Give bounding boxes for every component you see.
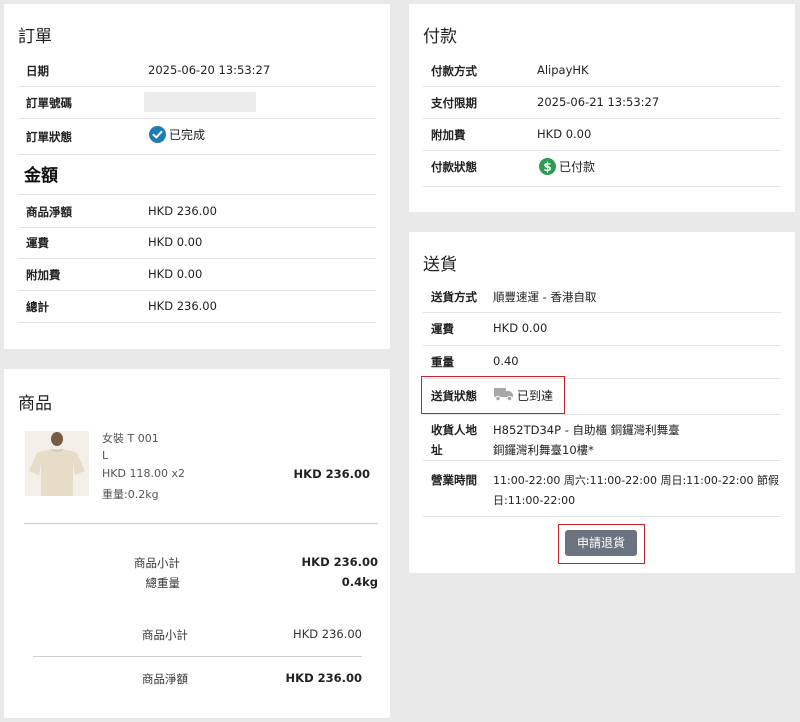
products-card: 商品 女裝 T 001 L HKD 118.00 x2 重量:0.2kg HKD…	[4, 369, 390, 718]
order-status-text: 已完成	[169, 128, 206, 142]
products-divider-2	[33, 656, 362, 657]
payment-surcharge-row: 附加費 HKD 0.00	[423, 118, 781, 151]
products-divider-1	[24, 523, 378, 524]
net-label: 商品淨額	[142, 672, 188, 686]
amount-shipping-label: 運費	[26, 236, 49, 250]
products-title: 商品	[18, 394, 52, 414]
order-number-redacted	[144, 92, 256, 112]
amount-surcharge-row: 附加費 HKD 0.00	[18, 258, 376, 291]
delivery-address-line-1: H852TD34P - 自助櫃 銅鑼灣利舞臺	[493, 423, 680, 437]
delivery-hours-label: 營業時間	[431, 473, 477, 487]
payment-title: 付款	[423, 27, 457, 47]
delivery-method-row: 送貨方式 順豐速運 - 香港自取	[423, 280, 781, 313]
return-request-button[interactable]: 申請退貨	[565, 530, 637, 556]
delivery-weight-row: 重量 0.40	[423, 345, 781, 379]
order-card: 訂單 日期 2025-06-20 13:53:27 訂單號碼 訂單狀態 已完成 …	[4, 4, 390, 349]
product-weight: 重量:0.2kg	[102, 488, 159, 501]
delivery-method-value: 順豐速運 - 香港自取	[493, 290, 597, 304]
delivery-method-label: 送貨方式	[431, 290, 477, 304]
order-status-value: 已完成	[149, 126, 205, 143]
payment-deadline-value: 2025-06-21 13:53:27	[537, 95, 660, 109]
order-title: 訂單	[18, 27, 52, 47]
product-line-total: HKD 236.00	[293, 467, 370, 481]
subtotal-value: HKD 236.00	[301, 555, 378, 569]
amount-title: 金額	[24, 166, 58, 186]
total-weight-label: 總重量	[145, 576, 181, 590]
delivery-hours-line-1: 11:00-22:00 周六:11:00-22:00 周日:11:00-22:0…	[493, 474, 780, 487]
delivery-address-label-1: 收貨人地	[431, 423, 477, 437]
payment-deadline-row: 支付限期 2025-06-21 13:53:27	[423, 86, 781, 119]
subtotal2-value: HKD 236.00	[293, 627, 362, 641]
order-date-row: 日期 2025-06-20 13:53:27	[18, 54, 376, 87]
amount-total-row: 總計 HKD 236.00	[18, 290, 376, 323]
payment-status-row: 付款狀態 $ 已付款	[423, 150, 781, 187]
delivery-fee-label: 運費	[431, 322, 454, 336]
delivery-card: 送貨 送貨方式 順豐速運 - 香港自取 運費 HKD 0.00 重量 0.40 …	[409, 232, 795, 573]
order-date-value: 2025-06-20 13:53:27	[148, 63, 271, 77]
delivery-weight-label: 重量	[431, 355, 454, 369]
payment-status-text: 已付款	[559, 160, 596, 174]
payment-status-value: $ 已付款	[539, 158, 595, 175]
product-name[interactable]: 女裝 T 001	[102, 430, 159, 446]
payment-status-label: 付款狀態	[431, 160, 477, 174]
svg-text:$: $	[543, 160, 551, 174]
order-number-row: 訂單號碼	[18, 86, 376, 119]
amount-surcharge-label: 附加費	[26, 268, 61, 282]
amount-shipping-value: HKD 0.00	[148, 235, 203, 249]
product-price-qty: HKD 118.00 x2	[102, 467, 185, 480]
order-status-label: 訂單狀態	[26, 130, 72, 144]
subtotal-label: 商品小計	[134, 556, 180, 570]
amount-net-value: HKD 236.00	[148, 204, 217, 218]
payment-deadline-label: 支付限期	[431, 96, 477, 110]
delivery-address-row: 收貨人地 址 H852TD34P - 自助櫃 銅鑼灣利舞臺 銅鑼灣利舞臺10樓*	[423, 414, 781, 461]
amount-surcharge-value: HKD 0.00	[148, 267, 203, 281]
delivery-fee-value: HKD 0.00	[493, 321, 548, 335]
product-size: L	[102, 449, 109, 462]
payment-method-row: 付款方式 AlipayHK	[423, 54, 781, 87]
payment-surcharge-label: 附加費	[431, 128, 466, 142]
delivery-hours-line-2: 日:11:00-22:00	[493, 494, 576, 507]
delivery-hours-row: 營業時間 11:00-22:00 周六:11:00-22:00 周日:11:00…	[423, 460, 781, 517]
delivery-fee-row: 運費 HKD 0.00	[423, 312, 781, 346]
delivery-weight-value: 0.40	[493, 354, 519, 368]
payment-card: 付款 付款方式 AlipayHK 支付限期 2025-06-21 13:53:2…	[409, 4, 795, 212]
payment-method-label: 付款方式	[431, 64, 477, 78]
delivery-title: 送貨	[423, 255, 457, 275]
order-date-label: 日期	[26, 64, 49, 78]
payment-method-value: AlipayHK	[537, 63, 589, 77]
dollar-circle-icon: $	[539, 158, 556, 175]
amount-net-row: 商品淨額 HKD 236.00	[18, 194, 376, 228]
product-thumbnail[interactable]	[25, 431, 89, 496]
amount-net-label: 商品淨額	[26, 205, 72, 219]
net-value: HKD 236.00	[285, 671, 362, 685]
subtotal2-label: 商品小計	[142, 628, 188, 642]
order-status-row: 訂單狀態 已完成	[18, 118, 376, 155]
delivery-status-highlight	[421, 376, 565, 414]
order-number-label: 訂單號碼	[26, 96, 72, 110]
amount-shipping-row: 運費 HKD 0.00	[18, 226, 376, 259]
delivery-address-label-2: 址	[431, 443, 443, 457]
check-circle-icon	[149, 126, 166, 143]
amount-total-label: 總計	[26, 300, 49, 314]
payment-surcharge-value: HKD 0.00	[537, 127, 592, 141]
total-weight-value: 0.4kg	[341, 575, 378, 589]
amount-total-value: HKD 236.00	[148, 299, 217, 313]
delivery-address-line-2: 銅鑼灣利舞臺10樓*	[493, 443, 594, 457]
